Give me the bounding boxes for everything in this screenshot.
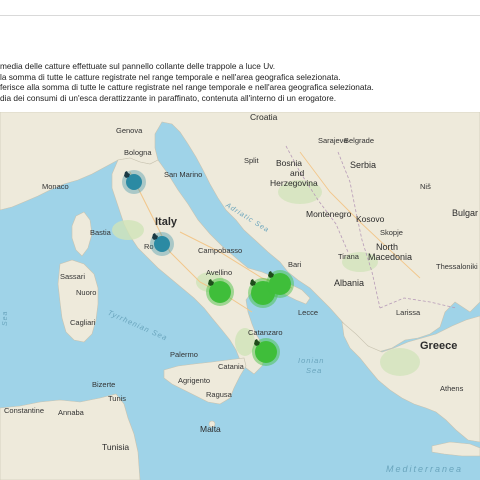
label-kosovo: Kosovo [356,214,385,224]
label-cagliari: Cagliari [70,318,96,327]
label-campobasso: Campobasso [198,246,243,255]
map-basemap [0,112,480,480]
legend-line-uv-traps: media delle catture effettuate sul panne… [0,61,276,71]
label-agrigento: Agrigento [178,376,211,385]
trap-icon [150,232,174,256]
label-albania: Albania [334,278,365,288]
label-bosnia-1: Bosnia [276,158,302,168]
top-toolbar [0,0,480,52]
label-larissa: Larissa [396,308,421,317]
label-nuoro: Nuoro [76,288,97,297]
map-view[interactable]: Italy Serbia Bosnia and Herzegovina Mont… [0,112,480,480]
label-bosnia-2: and [290,168,305,178]
label-ionian-sea-1: Ionian [298,356,325,365]
label-thessaloniki: Thessaloniki [436,262,478,271]
trap-icon [266,270,294,298]
label-mediterranean: Mediterranea [386,464,464,474]
marker-calabria[interactable] [252,338,280,366]
label-lecce: Lecce [298,308,319,317]
label-nis: Niš [420,182,431,191]
label-monaco: Monaco [42,182,69,191]
label-split: Split [244,156,259,165]
label-tunisia: Tunisia [102,442,130,452]
label-belgrade: Belgrade [344,136,375,145]
toolbar-divider [0,15,480,16]
label-bulgaria: Bulgar [452,208,479,218]
label-italy: Italy [155,216,178,228]
label-bologna: Bologna [124,148,152,157]
label-montenegro: Montenegro [306,209,352,219]
label-tunis: Tunis [108,394,127,403]
label-avellino: Avellino [206,268,233,277]
label-bizerte: Bizerte [92,380,116,389]
label-sea-left: Sea [2,310,9,326]
label-bari: Bari [288,260,302,269]
label-bosnia-3: Herzegovina [270,178,318,188]
label-athens: Athens [440,384,464,393]
legend-line-sum-captures: ferisce alla somma di tutte le catture r… [0,82,374,92]
label-san-marino: San Marino [164,170,203,179]
label-skopje: Skopje [380,228,403,237]
label-ragusa: Ragusa [206,390,232,399]
label-north-macedonia-2: Macedonia [368,252,413,262]
trap-icon [252,338,280,366]
label-catania: Catania [218,362,244,371]
legend-line-total-captures: la somma di tutte le catture registrate … [0,71,341,82]
label-genova: Genova [116,126,143,135]
trap-icon [206,278,234,306]
marker-toscana[interactable] [122,170,146,194]
marker-campania[interactable] [206,278,234,306]
label-croatia: Croatia [250,112,278,122]
label-sassari: Sassari [60,272,86,281]
label-bastia: Bastia [90,228,111,237]
label-ionian-sea-2: Sea [306,366,323,375]
legend-description: media delle catture effettuate sul panne… [0,61,480,103]
label-tirana: Tirana [338,252,359,261]
label-catanzaro: Catanzaro [248,328,283,337]
marker-puglia-east[interactable] [266,270,294,298]
label-greece: Greece [420,340,458,352]
label-north-macedonia-1: North [376,242,399,252]
trap-icon [122,170,146,194]
legend-line-bait-consumption: dia dei consumi di un'esca derattizzante… [0,92,337,103]
label-serbia: Serbia [350,160,377,170]
label-malta: Malta [200,424,221,434]
label-annaba: Annaba [58,408,84,417]
label-constantine: Constantine [4,406,45,415]
label-palermo: Palermo [170,350,198,359]
marker-lazio[interactable] [150,232,174,256]
